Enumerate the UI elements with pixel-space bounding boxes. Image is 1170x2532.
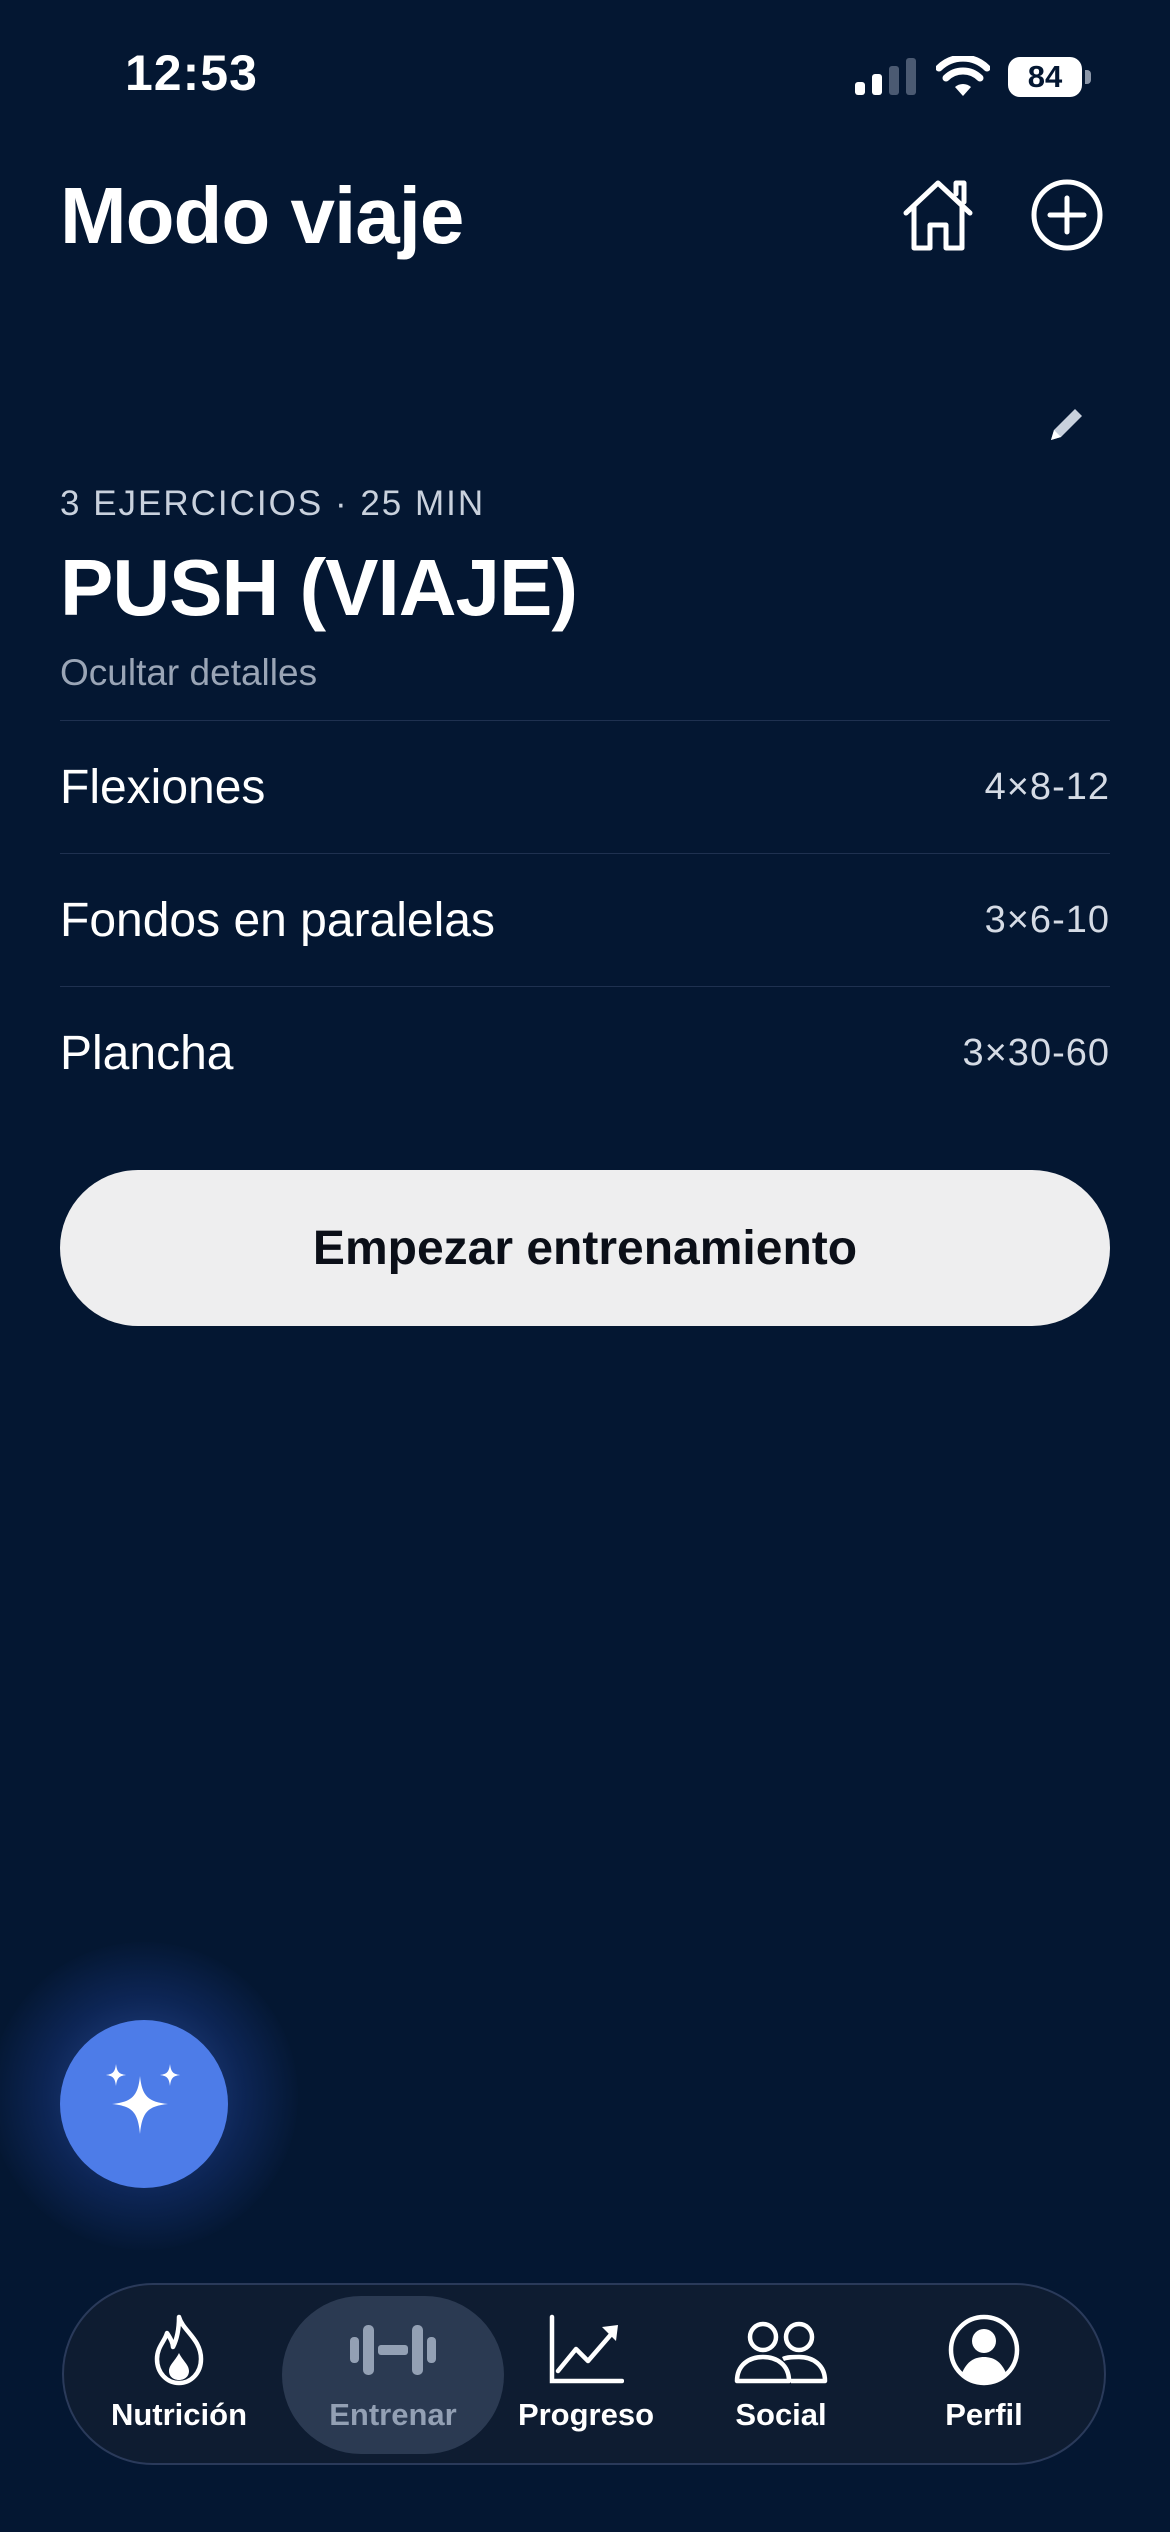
toggle-details-link[interactable]: Ocultar detalles bbox=[60, 652, 317, 694]
add-circle-icon[interactable] bbox=[1030, 178, 1104, 252]
exercise-list: Flexiones 4×8-12 Fondos en paralelas 3×6… bbox=[60, 720, 1110, 1119]
tab-perfil[interactable]: Perfil bbox=[934, 2285, 1034, 2463]
exercise-name: Fondos en paralelas bbox=[60, 893, 495, 947]
workout-meta: 3 EJERCICIOS · 25 MIN bbox=[60, 484, 486, 523]
tab-bar: Nutrición Entrenar Progreso Social Perfi… bbox=[62, 2283, 1106, 2465]
exercise-sets: 3×6-10 bbox=[984, 898, 1110, 941]
sparkles-icon bbox=[106, 2064, 180, 2134]
tab-label: Progreso bbox=[517, 2397, 655, 2432]
people-icon bbox=[734, 2321, 828, 2384]
workout-title: PUSH (VIAJE) bbox=[60, 543, 578, 632]
tab-nutricion[interactable]: Nutrición bbox=[110, 2285, 248, 2463]
chart-icon bbox=[549, 2314, 624, 2384]
battery-level: 84 bbox=[1008, 57, 1082, 97]
home-icon[interactable] bbox=[898, 177, 978, 253]
ai-assistant-button[interactable] bbox=[60, 2020, 228, 2188]
tab-entrenar[interactable]: Entrenar bbox=[318, 2285, 468, 2463]
exercise-sets: 3×30-60 bbox=[962, 1031, 1110, 1074]
tab-label: Social bbox=[735, 2397, 827, 2432]
exercise-row[interactable]: Fondos en paralelas 3×6-10 bbox=[60, 853, 1110, 986]
tab-progreso[interactable]: Progreso bbox=[516, 2285, 656, 2463]
exercise-row[interactable]: Flexiones 4×8-12 bbox=[60, 720, 1110, 853]
start-workout-button[interactable]: Empezar entrenamiento bbox=[60, 1170, 1110, 1326]
tab-social[interactable]: Social bbox=[726, 2285, 836, 2463]
exercise-name: Plancha bbox=[60, 1026, 234, 1080]
battery-tip bbox=[1085, 70, 1091, 84]
tab-label: Perfil bbox=[945, 2397, 1023, 2432]
battery-indicator: 84 bbox=[1008, 57, 1092, 99]
flame-icon bbox=[154, 2314, 204, 2386]
wifi-icon bbox=[936, 56, 990, 96]
status-time: 12:53 bbox=[125, 45, 258, 101]
exercise-sets: 4×8-12 bbox=[984, 765, 1110, 808]
exercise-name: Flexiones bbox=[60, 760, 266, 814]
profile-icon bbox=[948, 2314, 1020, 2386]
exercise-row[interactable]: Plancha 3×30-60 bbox=[60, 986, 1110, 1119]
tab-label: Nutrición bbox=[110, 2397, 248, 2432]
tab-label: Entrenar bbox=[329, 2397, 457, 2432]
edit-pencil-icon[interactable] bbox=[1045, 402, 1089, 446]
page-title: Modo viaje bbox=[60, 171, 464, 260]
dumbbell-icon bbox=[350, 2325, 436, 2375]
cellular-signal-icon bbox=[855, 58, 916, 95]
